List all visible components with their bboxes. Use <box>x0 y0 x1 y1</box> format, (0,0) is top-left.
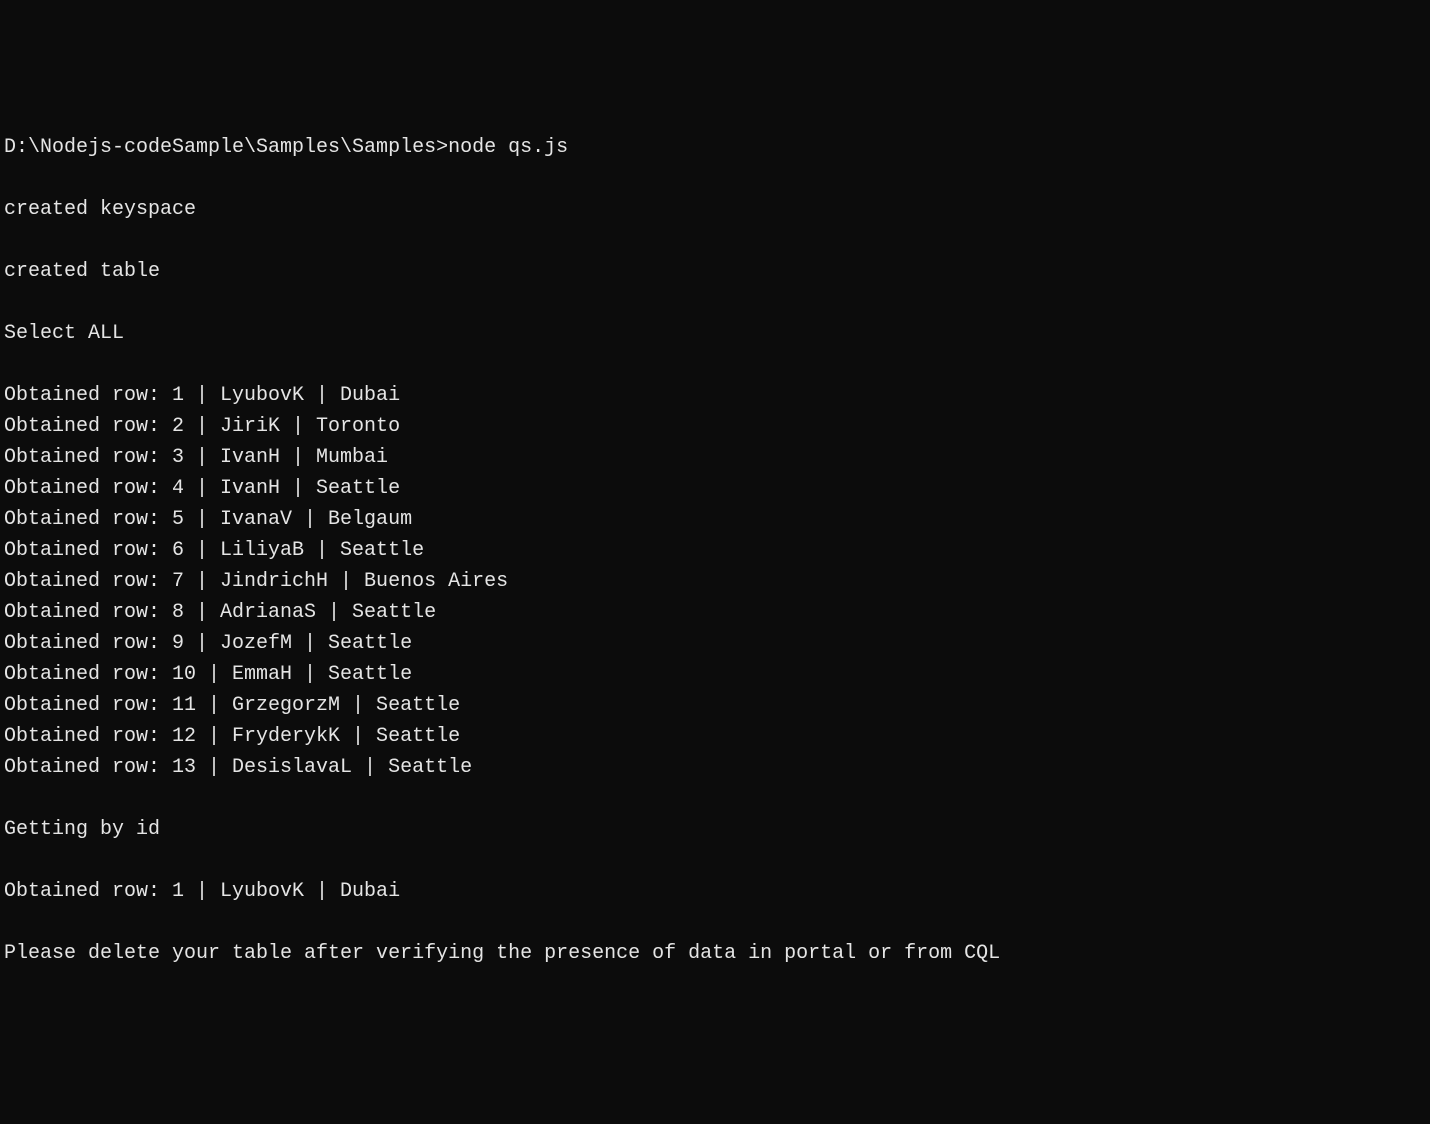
output-getting-by-id: Getting by id <box>4 814 1426 845</box>
output-row: Obtained row: 9 | JozefM | Seattle <box>4 628 1426 659</box>
output-by-id-row: Obtained row: 1 | LyubovK | Dubai <box>4 876 1426 907</box>
output-row: Obtained row: 12 | FryderykK | Seattle <box>4 721 1426 752</box>
output-row: Obtained row: 3 | IvanH | Mumbai <box>4 442 1426 473</box>
output-select-all: Select ALL <box>4 318 1426 349</box>
output-row: Obtained row: 8 | AdrianaS | Seattle <box>4 597 1426 628</box>
output-row: Obtained row: 13 | DesislavaL | Seattle <box>4 752 1426 783</box>
output-row: Obtained row: 10 | EmmaH | Seattle <box>4 659 1426 690</box>
output-row: Obtained row: 4 | IvanH | Seattle <box>4 473 1426 504</box>
output-row: Obtained row: 6 | LiliyaB | Seattle <box>4 535 1426 566</box>
output-created-keyspace: created keyspace <box>4 194 1426 225</box>
prompt-path: D:\Nodejs-codeSample\Samples\Samples> <box>4 136 448 159</box>
output-rows-container: Obtained row: 1 | LyubovK | DubaiObtaine… <box>4 380 1426 783</box>
command-text: node qs.js <box>448 136 568 159</box>
command-prompt-line: D:\Nodejs-codeSample\Samples\Samples>nod… <box>4 132 1426 163</box>
output-created-table: created table <box>4 256 1426 287</box>
output-row: Obtained row: 5 | IvanaV | Belgaum <box>4 504 1426 535</box>
output-row: Obtained row: 7 | JindrichH | Buenos Air… <box>4 566 1426 597</box>
output-row: Obtained row: 11 | GrzegorzM | Seattle <box>4 690 1426 721</box>
output-row: Obtained row: 1 | LyubovK | Dubai <box>4 380 1426 411</box>
output-row: Obtained row: 2 | JiriK | Toronto <box>4 411 1426 442</box>
output-final-message: Please delete your table after verifying… <box>4 938 1426 969</box>
